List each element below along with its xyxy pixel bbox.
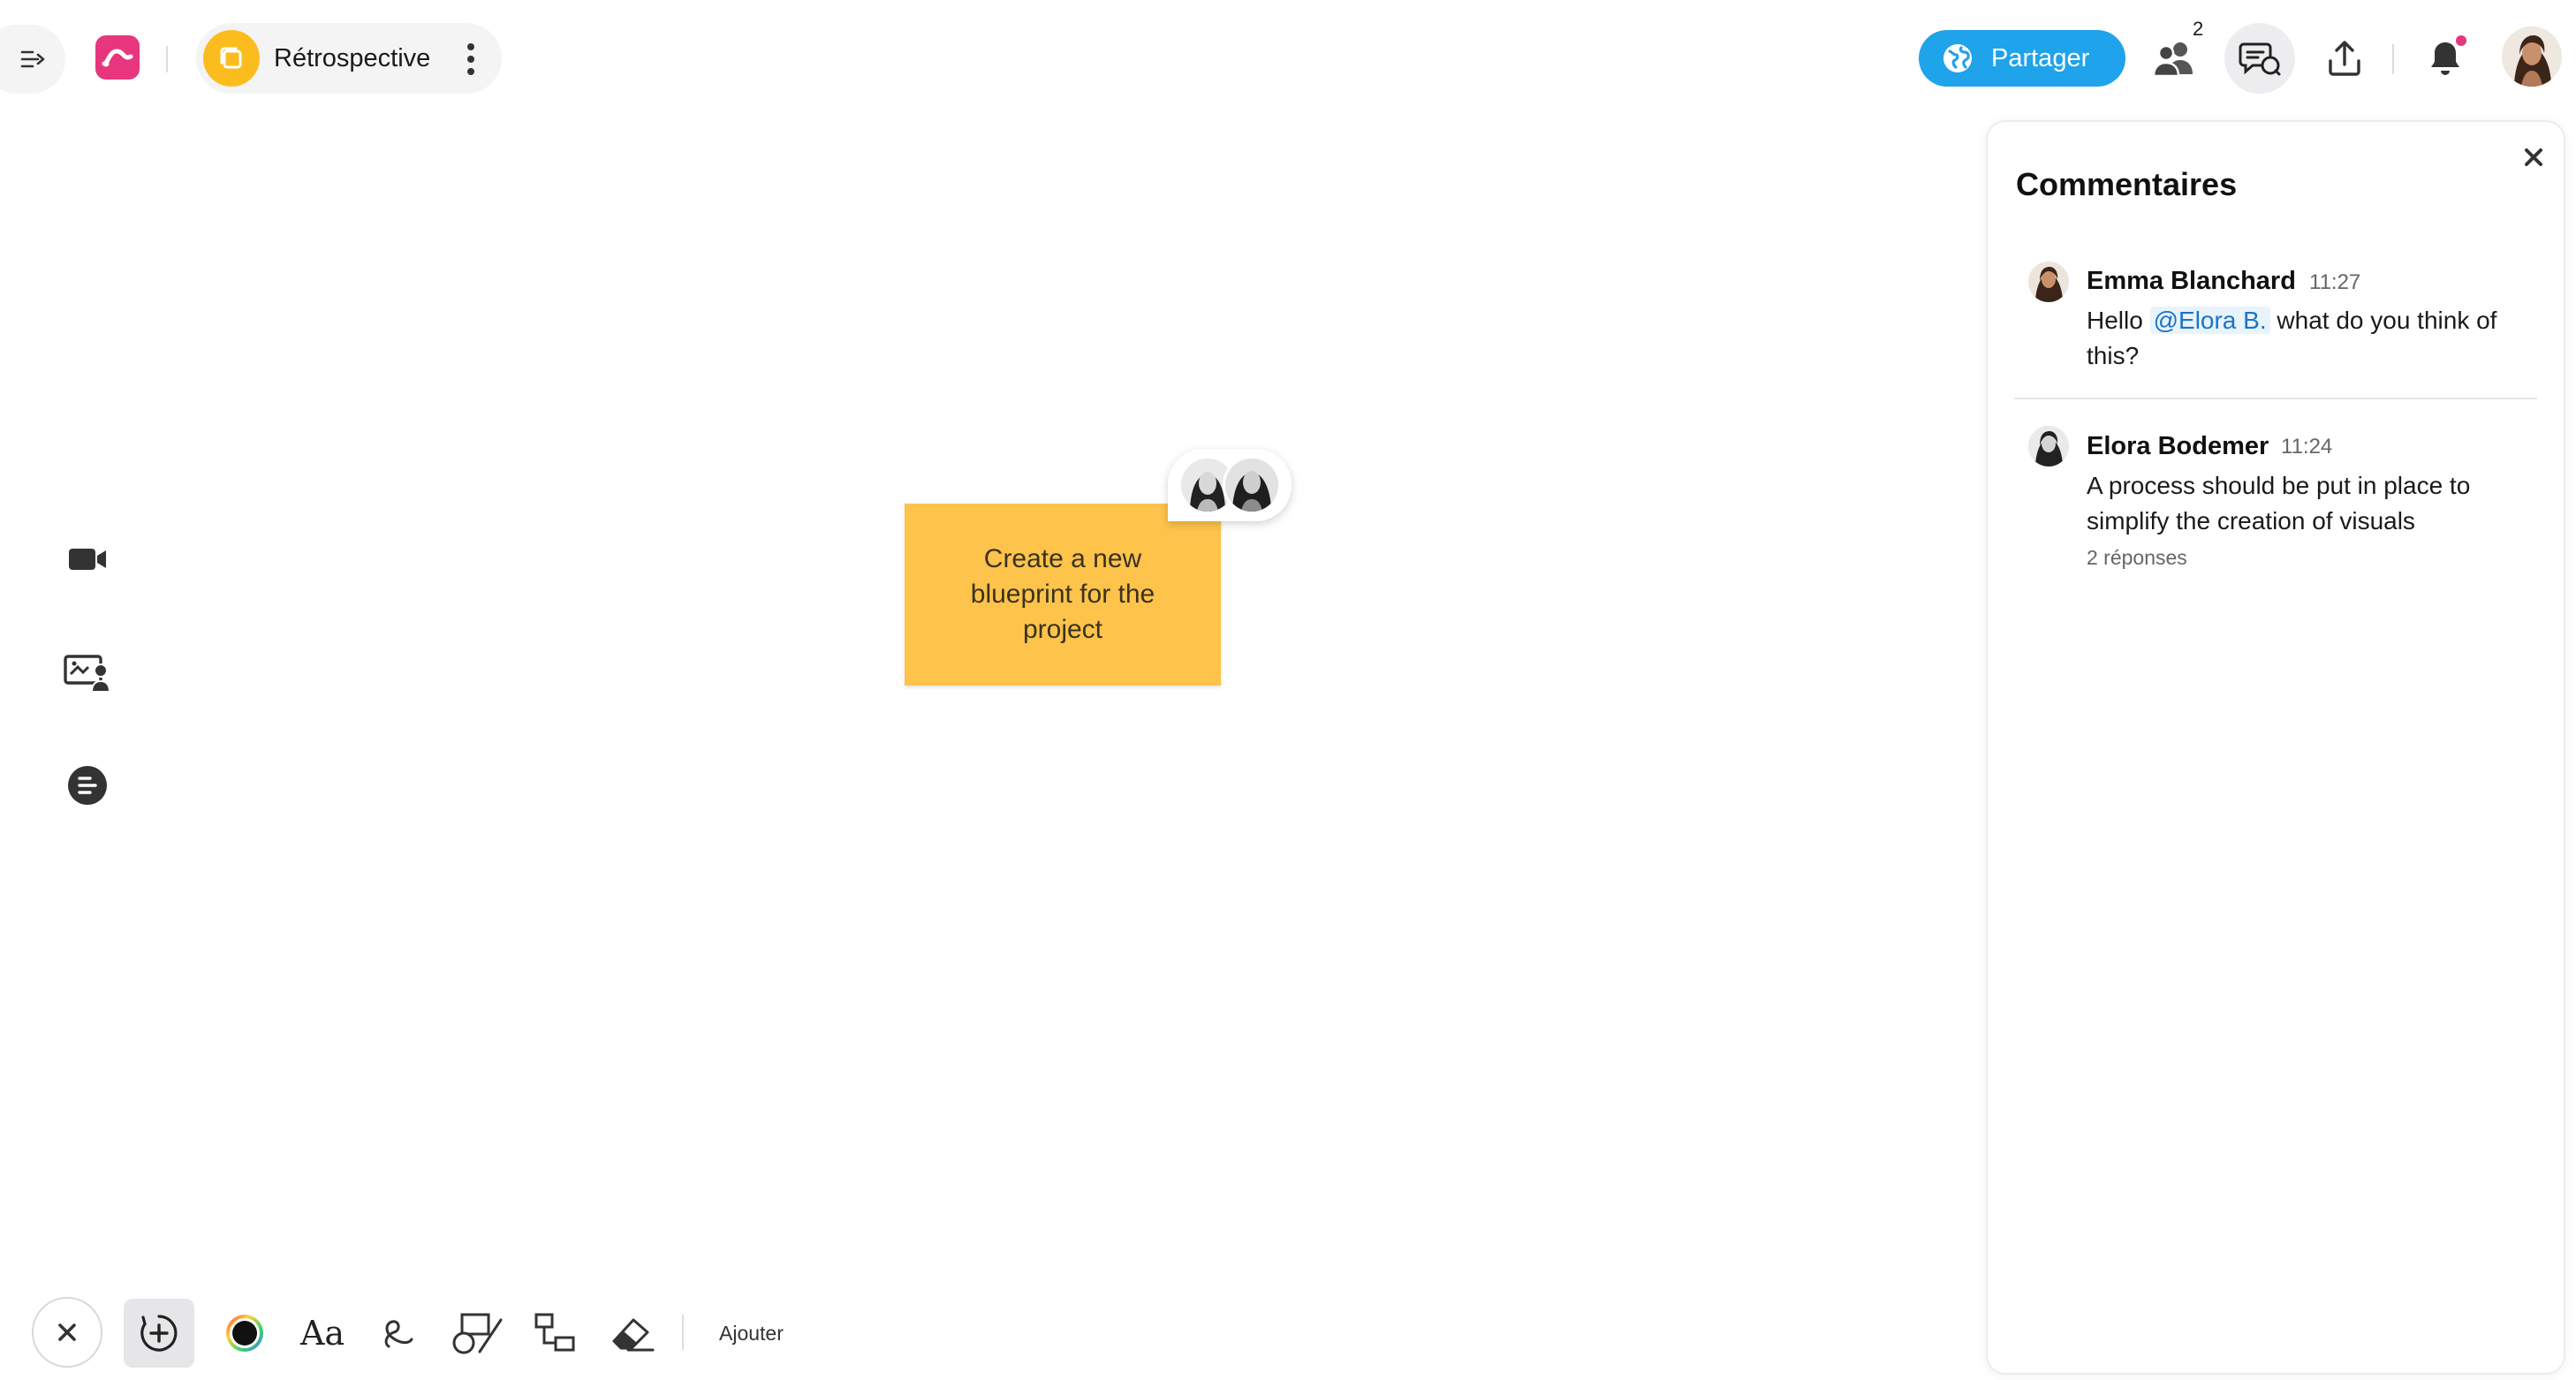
add-element-button[interactable] — [124, 1299, 194, 1368]
close-icon[interactable] — [2518, 141, 2549, 173]
comment-text-part: Hello — [2087, 307, 2143, 334]
collaborator-avatar — [1223, 456, 1281, 514]
divider — [2392, 44, 2394, 74]
user-avatar[interactable] — [2502, 27, 2562, 87]
shapes-icon[interactable] — [447, 1302, 509, 1364]
app-logo-icon[interactable] — [95, 35, 140, 80]
divider — [166, 46, 168, 72]
upload-icon[interactable] — [2318, 32, 2371, 85]
sticky-note-text: Create a new blueprint for the project — [970, 544, 1155, 644]
users-count: 2 — [2193, 18, 2204, 40]
eraser-icon[interactable] — [602, 1302, 664, 1364]
sticky-note[interactable]: Create a new blueprint for the project — [905, 504, 1221, 686]
comment-text: Hello @Elora B. what do you think of thi… — [2087, 303, 2546, 374]
close-icon — [58, 1323, 76, 1341]
collapse-right-icon[interactable] — [16, 42, 51, 76]
comment-author-avatar — [2028, 426, 2069, 466]
text-tool[interactable]: Aa — [292, 1302, 353, 1364]
globe-icon — [1943, 44, 1972, 72]
comment-time: 11:24 — [2281, 435, 2333, 459]
share-button[interactable]: Partager — [1919, 30, 2125, 87]
comments-icon[interactable] — [2224, 23, 2295, 94]
video-icon[interactable] — [60, 532, 115, 587]
divider — [682, 1315, 684, 1350]
comment-author: Elora Bodemer — [2087, 432, 2269, 460]
connector-icon[interactable] — [525, 1302, 587, 1364]
pen-icon[interactable] — [369, 1302, 431, 1364]
comment-divider — [2014, 398, 2537, 399]
mention-link[interactable]: @Elora B. — [2149, 307, 2270, 334]
outline-icon[interactable] — [60, 758, 115, 813]
comment-author: Emma Blanchard — [2087, 267, 2296, 295]
comment-text-part: what do you think of this? — [2087, 307, 2497, 369]
comment-replies-link[interactable]: 2 réponses — [2087, 546, 2187, 570]
add-circle-icon — [140, 1315, 178, 1352]
add-label[interactable]: Ajouter — [719, 1322, 784, 1346]
board-folder-icon — [203, 30, 260, 87]
color-wheel-icon[interactable] — [214, 1302, 276, 1364]
comment-text: A process should be put in place to simp… — [2087, 472, 2471, 535]
comment-author-avatar — [2028, 262, 2069, 302]
board-title[interactable]: Rétrospective — [274, 42, 430, 74]
notification-dot — [2456, 35, 2466, 46]
presenter-icon[interactable] — [60, 645, 115, 700]
more-vertical-icon[interactable] — [456, 37, 486, 81]
comments-panel-title: Commentaires — [2016, 166, 2238, 202]
close-toolbar-button[interactable] — [32, 1297, 102, 1368]
comment-time: 11:27 — [2309, 270, 2361, 294]
share-label: Partager — [1991, 43, 2090, 72]
